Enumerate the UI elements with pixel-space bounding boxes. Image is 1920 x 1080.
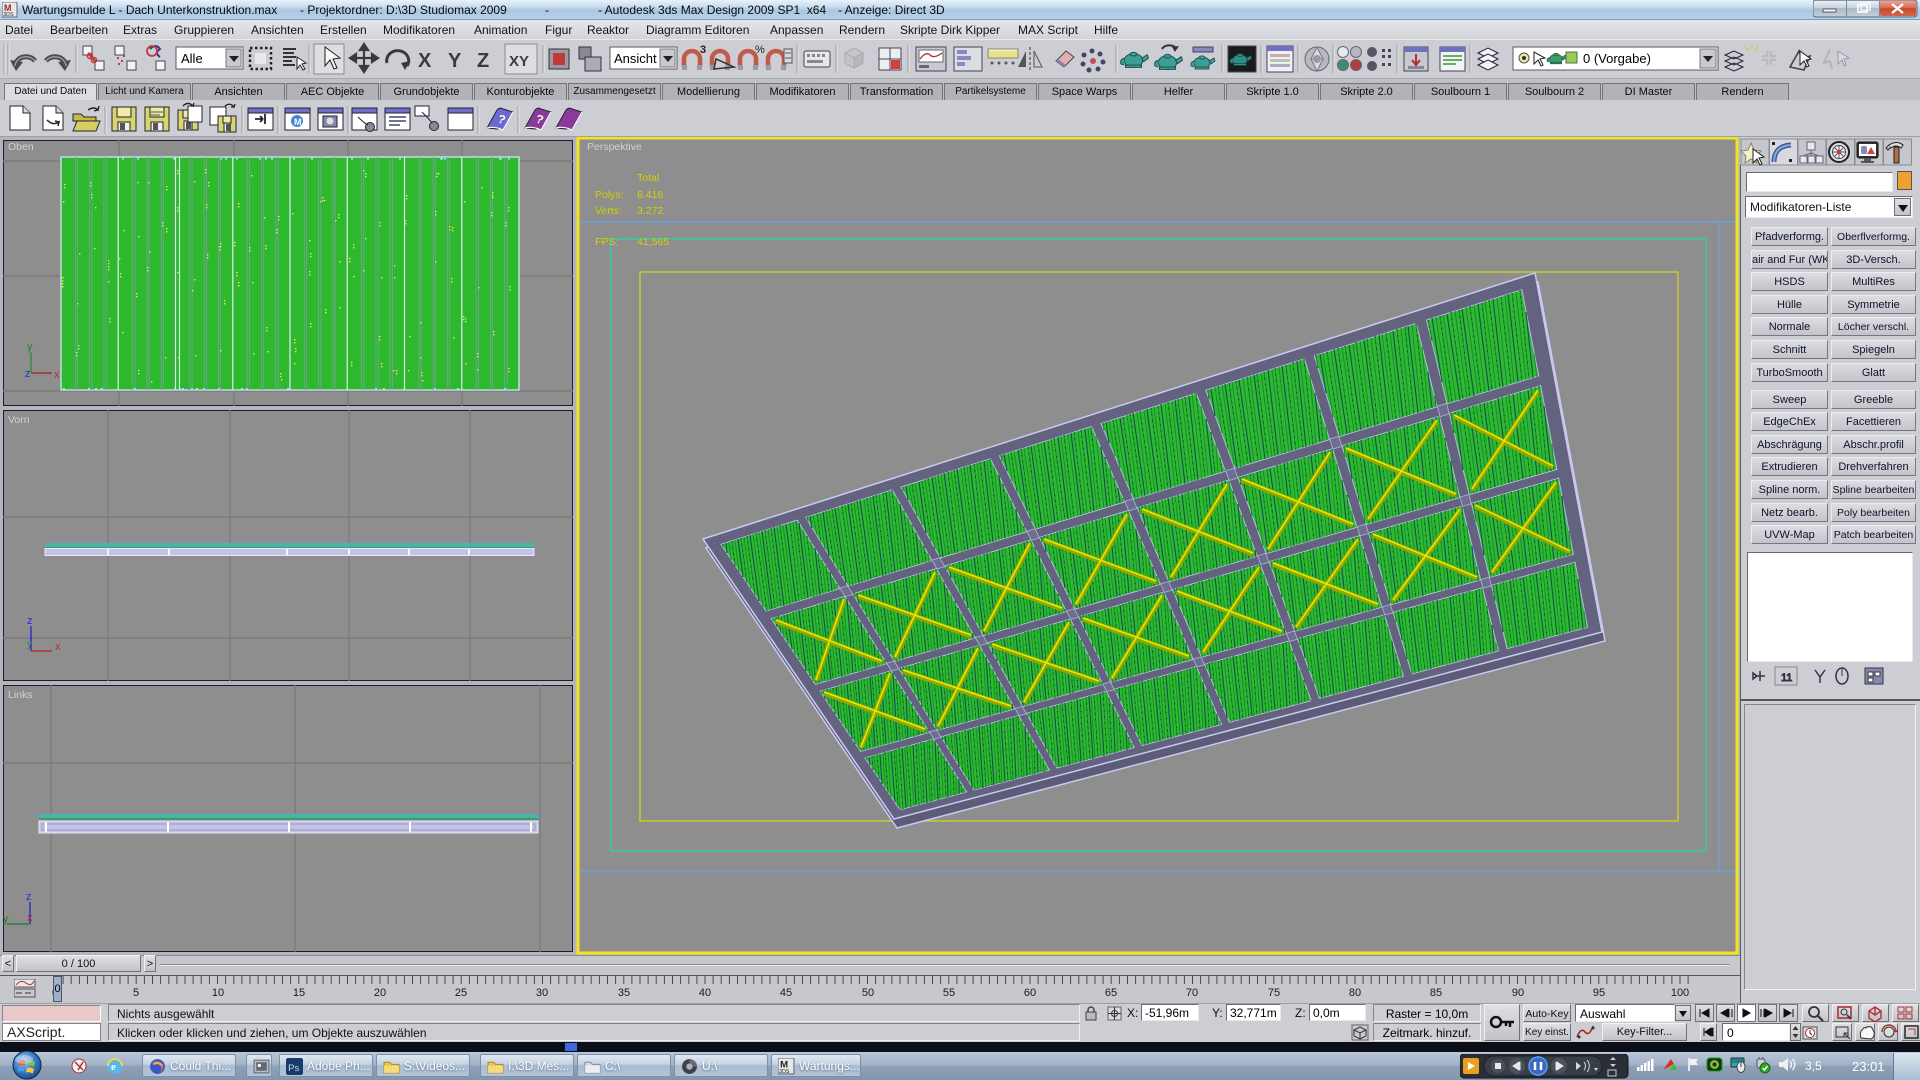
svg-text:z: z: [26, 891, 32, 903]
svg-text:y: y: [27, 639, 32, 650]
svg-text:Ansicht: Ansicht: [614, 51, 657, 66]
svg-text:e: e: [111, 1061, 116, 1073]
svg-text:z: z: [27, 615, 33, 627]
svg-text:x: x: [54, 369, 60, 381]
svg-text:X: X: [418, 50, 432, 72]
svg-text:x: x: [27, 912, 33, 924]
svg-text:11: 11: [1781, 672, 1792, 684]
svg-text:y: y: [27, 341, 33, 353]
svg-text:3: 3: [700, 44, 706, 56]
svg-text:y: y: [3, 913, 9, 925]
svg-text:3DS: 3DS: [3, 12, 14, 18]
svg-text:x: x: [55, 641, 61, 653]
svg-text:0 (Vorgabe): 0 (Vorgabe): [1583, 51, 1651, 66]
svg-text:XY: XY: [509, 53, 529, 70]
svg-text:3DS: 3DS: [779, 1069, 790, 1075]
svg-text:Y: Y: [448, 50, 462, 72]
svg-text:z: z: [25, 368, 31, 380]
svg-text:M: M: [294, 117, 302, 127]
svg-text:%: %: [755, 44, 765, 56]
svg-text:Alle: Alle: [181, 51, 203, 66]
svg-text:Z: Z: [477, 50, 489, 72]
svg-text:Ps: Ps: [288, 1063, 299, 1074]
